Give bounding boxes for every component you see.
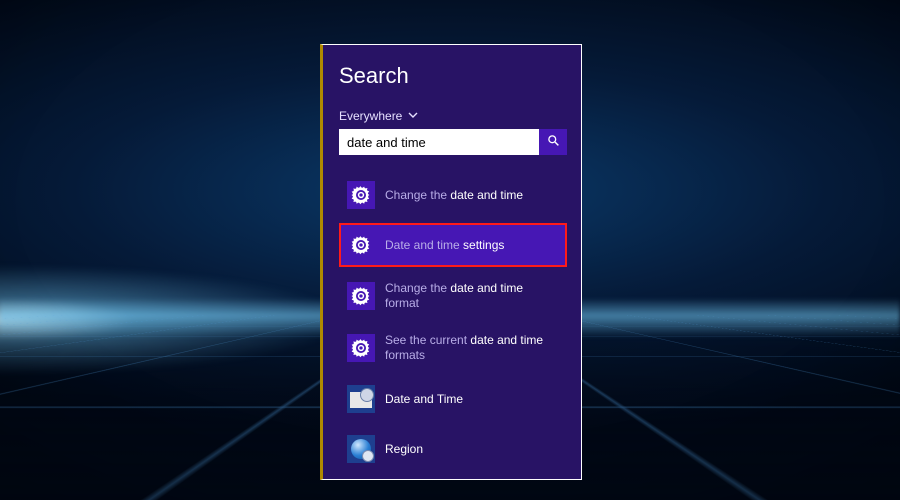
search-result-label: Date and Time — [385, 392, 463, 407]
search-result-item[interactable]: Date and time settings — [339, 223, 567, 267]
search-result-item[interactable]: Change the date and time format — [339, 273, 567, 319]
search-result-item[interactable]: Date and Time — [339, 377, 567, 421]
search-input[interactable] — [339, 129, 539, 155]
search-result-item[interactable]: Change the date and time — [339, 173, 567, 217]
search-result-label: Change the date and time format — [385, 281, 559, 311]
search-result-label: Change the date and time — [385, 188, 523, 203]
globe-clock-icon — [347, 435, 375, 463]
search-result-label: Region — [385, 442, 423, 457]
gear-icon — [347, 334, 375, 362]
search-row — [339, 129, 567, 155]
gear-icon — [347, 231, 375, 259]
search-charm-panel: Search Everywhere Change the date and ti… — [320, 44, 582, 480]
gear-icon — [347, 181, 375, 209]
search-result-label: See the current date and time formats — [385, 333, 559, 363]
wallpaper: Search Everywhere Change the date and ti… — [0, 0, 900, 500]
search-button[interactable] — [539, 129, 567, 155]
search-result-label: Date and time settings — [385, 238, 504, 253]
search-result-item[interactable]: See the current date and time formats — [339, 325, 567, 371]
search-scope-label: Everywhere — [339, 109, 402, 123]
gear-icon — [347, 282, 375, 310]
search-result-item[interactable]: Region — [339, 427, 567, 471]
calendar-clock-icon — [347, 385, 375, 413]
search-icon — [547, 134, 560, 150]
chevron-down-icon — [408, 109, 418, 123]
search-title: Search — [339, 63, 567, 89]
search-results-list: Change the date and time Date and time se… — [339, 173, 567, 471]
search-scope-dropdown[interactable]: Everywhere — [339, 109, 418, 123]
